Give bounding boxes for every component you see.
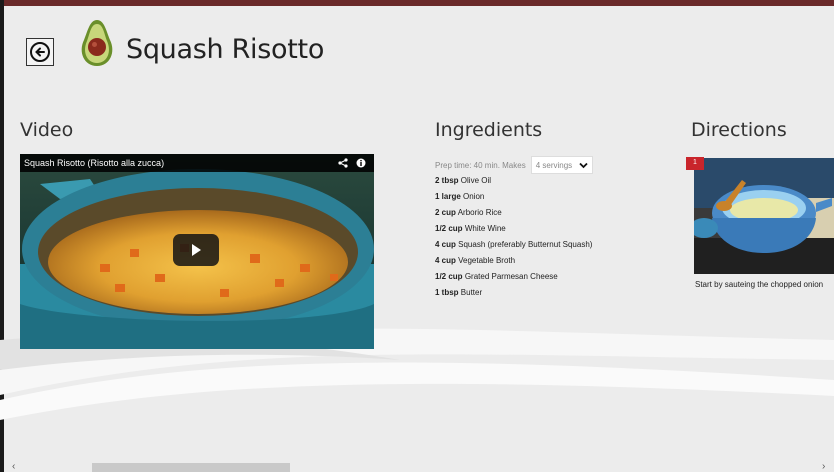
direction-step-text: Start by sauteing the chopped onion	[695, 280, 824, 289]
ingredient-name: Onion	[463, 192, 485, 201]
ingredient-qty: 2 tbsp	[435, 176, 459, 185]
ingredient-name: White Wine	[464, 224, 506, 233]
play-icon	[192, 244, 201, 256]
chevron-down-icon	[579, 162, 588, 168]
ingredient-name: Grated Parmesan Cheese	[464, 272, 558, 281]
ingredient-name: Arborio Rice	[457, 208, 502, 217]
directions-section-title: Directions	[691, 119, 787, 141]
list-item: 1 large Onion	[435, 192, 592, 208]
list-item: 1/2 cup Grated Parmesan Cheese	[435, 272, 592, 288]
video-caption: Squash Risotto (Risotto alla zucca)	[24, 158, 165, 168]
ingredients-section-title: Ingredients	[435, 119, 543, 141]
scroll-left-arrow[interactable]: ‹	[12, 461, 15, 472]
ingredient-name: Vegetable Broth	[458, 256, 516, 265]
step-number-badge: 1	[686, 157, 704, 170]
list-item: 4 cup Squash (preferably Butternut Squas…	[435, 240, 592, 256]
ingredient-name: Squash (preferably Butternut Squash)	[458, 240, 593, 249]
ingredient-qty: 4 cup	[435, 240, 456, 249]
share-icon[interactable]	[338, 156, 348, 174]
back-arrow-icon	[30, 42, 50, 62]
ingredient-qty: 2 cup	[435, 208, 456, 217]
list-item: 2 tbsp Olive Oil	[435, 176, 592, 192]
ingredients-list: 2 tbsp Olive Oil 1 large Onion 2 cup Arb…	[435, 176, 592, 304]
play-button[interactable]	[173, 234, 219, 266]
back-button[interactable]	[26, 38, 54, 66]
ingredient-qty: 1/2 cup	[435, 224, 463, 233]
window-top-bar	[0, 0, 834, 6]
ingredient-name: Butter	[460, 288, 483, 297]
info-icon[interactable]	[356, 156, 366, 174]
ingredient-qty: 1 tbsp	[435, 288, 459, 297]
scroll-right-arrow[interactable]: ›	[822, 461, 825, 472]
sauteing-photo	[694, 158, 834, 274]
avocado-logo	[81, 20, 113, 66]
servings-value: 4 servings	[535, 160, 573, 170]
video-player[interactable]: Squash Risotto (Risotto alla zucca)	[20, 154, 374, 349]
video-caption-bar: Squash Risotto (Risotto alla zucca)	[20, 154, 374, 172]
ingredient-qty: 1/2 cup	[435, 272, 463, 281]
page-title: Squash Risotto	[126, 34, 325, 65]
scrollbar-thumb[interactable]	[92, 463, 290, 472]
ingredient-qty: 4 cup	[435, 256, 456, 265]
list-item: 2 cup Arborio Rice	[435, 208, 592, 224]
servings-dropdown[interactable]: 4 servings	[530, 156, 593, 174]
prep-info: Prep time: 40 min. Makes 4 servings	[435, 156, 593, 174]
direction-step-image[interactable]	[694, 158, 834, 274]
ingredient-name: Olive Oil	[460, 176, 492, 185]
list-item: 1/2 cup White Wine	[435, 224, 592, 240]
list-item: 4 cup Vegetable Broth	[435, 256, 592, 272]
video-section-title: Video	[20, 119, 74, 141]
ingredient-qty: 1 large	[435, 192, 461, 201]
list-item: 1 tbsp Butter	[435, 288, 592, 304]
prep-time-label: Prep time: 40 min. Makes	[435, 160, 526, 170]
